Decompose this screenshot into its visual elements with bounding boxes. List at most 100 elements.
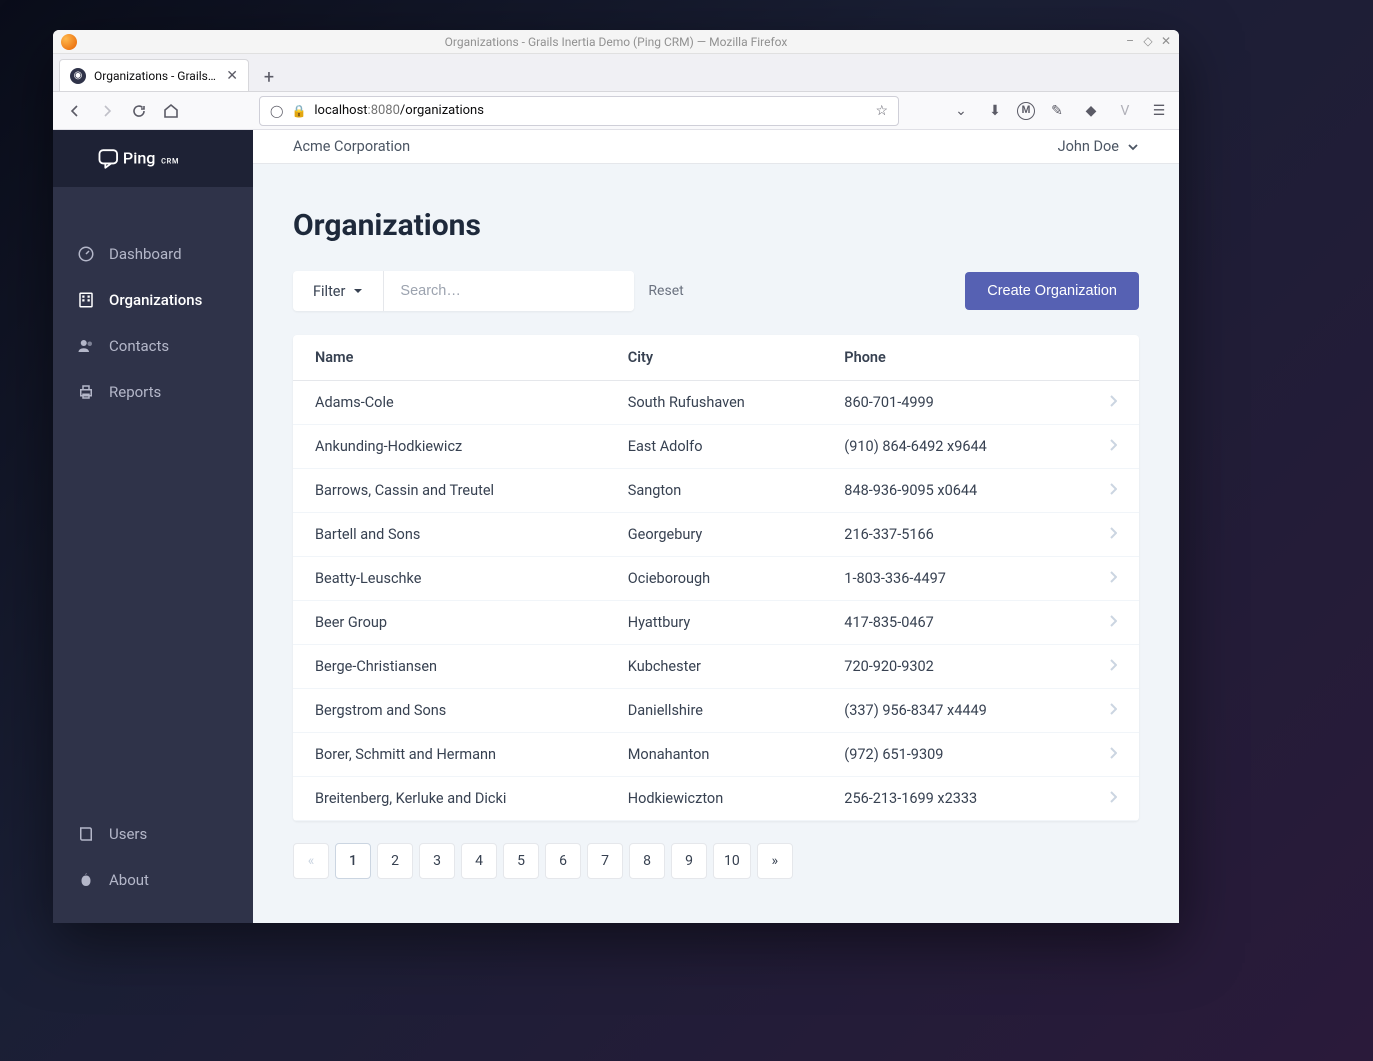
sidebar-item-dashboard[interactable]: Dashboard	[53, 231, 253, 277]
chevron-right-icon	[1087, 394, 1117, 411]
page-2[interactable]: 2	[377, 843, 413, 879]
bookmark-star-icon[interactable]: ☆	[875, 103, 888, 119]
firefox-icon	[61, 34, 77, 50]
hamburger-menu-icon[interactable]: ☰	[1147, 99, 1171, 123]
table-row[interactable]: Bartell and SonsGeorgebury216-337-5166	[293, 513, 1139, 557]
svg-text:CRM: CRM	[161, 156, 179, 165]
cell-name: Borer, Schmitt and Hermann	[315, 746, 628, 763]
table-row[interactable]: Beatty-LeuschkeOcieborough1-803-336-4497	[293, 557, 1139, 601]
sidebar-item-organizations[interactable]: Organizations	[53, 277, 253, 323]
cell-phone: 256-213-1699 x2333	[844, 790, 1087, 807]
table-row[interactable]: Borer, Schmitt and HermannMonahanton(972…	[293, 733, 1139, 777]
page-3[interactable]: 3	[419, 843, 455, 879]
sidebar-item-label: Dashboard	[109, 245, 182, 263]
cell-name: Berge-Christiansen	[315, 658, 628, 675]
th-name: Name	[315, 349, 628, 366]
app-logo[interactable]: Ping CRM	[53, 130, 253, 187]
cell-phone: 720-920-9302	[844, 658, 1087, 675]
cell-phone: (910) 864-6492 x9644	[844, 438, 1087, 455]
page-5[interactable]: 5	[503, 843, 539, 879]
extension-icon-wand[interactable]: ✎	[1045, 99, 1069, 123]
page-7[interactable]: 7	[587, 843, 623, 879]
th-phone: Phone	[844, 349, 1087, 366]
nav-home-button[interactable]	[157, 97, 185, 125]
nav-back-button[interactable]	[61, 97, 89, 125]
cell-city: Monahanton	[628, 746, 845, 763]
nav-forward-button[interactable]	[93, 97, 121, 125]
window-close-button[interactable]: ✕	[1159, 34, 1173, 48]
page-1[interactable]: 1	[335, 843, 371, 879]
browser-tab-strip: ◉ Organizations - Grails Inert ✕ +	[53, 54, 1179, 92]
extension-icon-cube[interactable]: ◆	[1079, 99, 1103, 123]
nav-reload-button[interactable]	[125, 97, 153, 125]
chevron-down-icon	[1127, 141, 1139, 153]
url-bar[interactable]: ◯ 🔒 localhost:8080/organizations ☆	[259, 96, 899, 126]
chevron-right-icon	[1087, 614, 1117, 631]
page-8[interactable]: 8	[629, 843, 665, 879]
book-icon	[77, 825, 95, 843]
window-minimize-button[interactable]: –	[1123, 34, 1137, 48]
window-titlebar: Organizations - Grails Inertia Demo (Pin…	[53, 30, 1179, 54]
cell-phone: 216-337-5166	[844, 526, 1087, 543]
new-tab-button[interactable]: +	[255, 63, 283, 91]
pocket-icon[interactable]: ⌄	[949, 99, 973, 123]
table-row[interactable]: Beer GroupHyattbury417-835-0467	[293, 601, 1139, 645]
table-row[interactable]: Breitenberg, Kerluke and DickiHodkiewicz…	[293, 777, 1139, 821]
app-main: Acme Corporation John Doe Organizations …	[253, 130, 1179, 923]
tab-favicon: ◉	[70, 68, 86, 84]
page-next[interactable]: »	[757, 843, 793, 879]
url-host: localhost	[314, 103, 367, 118]
user-menu[interactable]: John Doe	[1058, 138, 1139, 155]
table-row[interactable]: Bergstrom and SonsDaniellshire(337) 956-…	[293, 689, 1139, 733]
table-row[interactable]: Berge-ChristiansenKubchester720-920-9302	[293, 645, 1139, 689]
downloads-icon[interactable]: ⬇	[983, 99, 1007, 123]
chevron-right-icon	[1087, 526, 1117, 543]
cell-phone: 1-803-336-4497	[844, 570, 1087, 587]
chevron-right-icon	[1087, 790, 1117, 807]
search-input[interactable]	[384, 271, 634, 311]
sidebar-item-label: Users	[109, 825, 147, 843]
extension-icon-m[interactable]: M	[1017, 102, 1035, 120]
window-title: Organizations - Grails Inertia Demo (Pin…	[445, 35, 788, 49]
filter-button[interactable]: Filter	[293, 271, 384, 311]
page-4[interactable]: 4	[461, 843, 497, 879]
chevron-right-icon	[1087, 438, 1117, 455]
sidebar-item-label: Organizations	[109, 291, 202, 309]
sidebar-item-contacts[interactable]: Contacts	[53, 323, 253, 369]
url-path: /organizations	[400, 103, 484, 118]
cell-name: Bartell and Sons	[315, 526, 628, 543]
ping-crm-logo: Ping CRM	[98, 145, 208, 173]
user-name: John Doe	[1058, 138, 1119, 155]
chevron-right-icon	[1087, 746, 1117, 763]
extension-icon-v[interactable]: V	[1113, 99, 1137, 123]
browser-tab[interactable]: ◉ Organizations - Grails Inert ✕	[59, 59, 249, 91]
cell-city: Georgebury	[628, 526, 845, 543]
page-prev[interactable]: «	[293, 843, 329, 879]
cell-name: Barrows, Cassin and Treutel	[315, 482, 628, 499]
page-9[interactable]: 9	[671, 843, 707, 879]
table-row[interactable]: Barrows, Cassin and TreutelSangton848-93…	[293, 469, 1139, 513]
tab-title: Organizations - Grails Inert	[94, 69, 218, 83]
url-port: :8080	[368, 103, 400, 118]
cell-name: Beatty-Leuschke	[315, 570, 628, 587]
page-6[interactable]: 6	[545, 843, 581, 879]
browser-navbar: ◯ 🔒 localhost:8080/organizations ☆ ⌄ ⬇ M…	[53, 92, 1179, 130]
sidebar-item-reports[interactable]: Reports	[53, 369, 253, 415]
window-maximize-button[interactable]: ◇	[1141, 34, 1155, 48]
filter-search-group: Filter	[293, 271, 634, 311]
tab-close-button[interactable]: ✕	[226, 68, 238, 84]
table-row[interactable]: Ankunding-HodkiewiczEast Adolfo(910) 864…	[293, 425, 1139, 469]
cell-phone: (337) 956-8347 x4449	[844, 702, 1087, 719]
table-row[interactable]: Adams-ColeSouth Rufushaven860-701-4999	[293, 381, 1139, 425]
browser-window: Organizations - Grails Inertia Demo (Pin…	[53, 30, 1179, 923]
sidebar-item-label: About	[109, 871, 149, 889]
create-organization-button[interactable]: Create Organization	[965, 272, 1139, 310]
sidebar-item-users[interactable]: Users	[53, 811, 253, 857]
sidebar-item-about[interactable]: About	[53, 857, 253, 903]
breadcrumb-org[interactable]: Acme Corporation	[293, 138, 410, 155]
cell-city: Sangton	[628, 482, 845, 499]
page-10[interactable]: 10	[713, 843, 751, 879]
sidebar-nav: Dashboard Organizations Contacts Reports	[53, 187, 253, 811]
reset-link[interactable]: Reset	[648, 283, 683, 299]
sidebar-item-label: Contacts	[109, 337, 169, 355]
